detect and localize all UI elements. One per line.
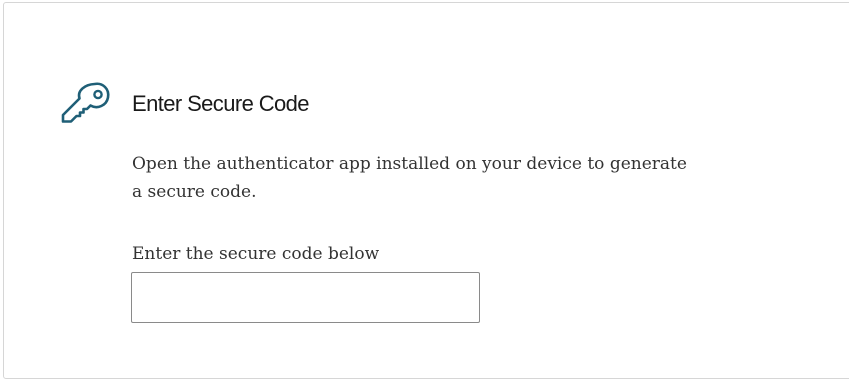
instruction-text: Open the authenticator app installed on … — [132, 154, 687, 202]
secure-code-label: Enter the secure code below — [132, 244, 380, 264]
page-title: Enter Secure Code — [132, 91, 310, 116]
secure-code-card: Enter Secure Code Open the authenticator… — [3, 2, 849, 379]
key-icon — [61, 82, 110, 123]
secure-code-input[interactable] — [131, 272, 480, 323]
